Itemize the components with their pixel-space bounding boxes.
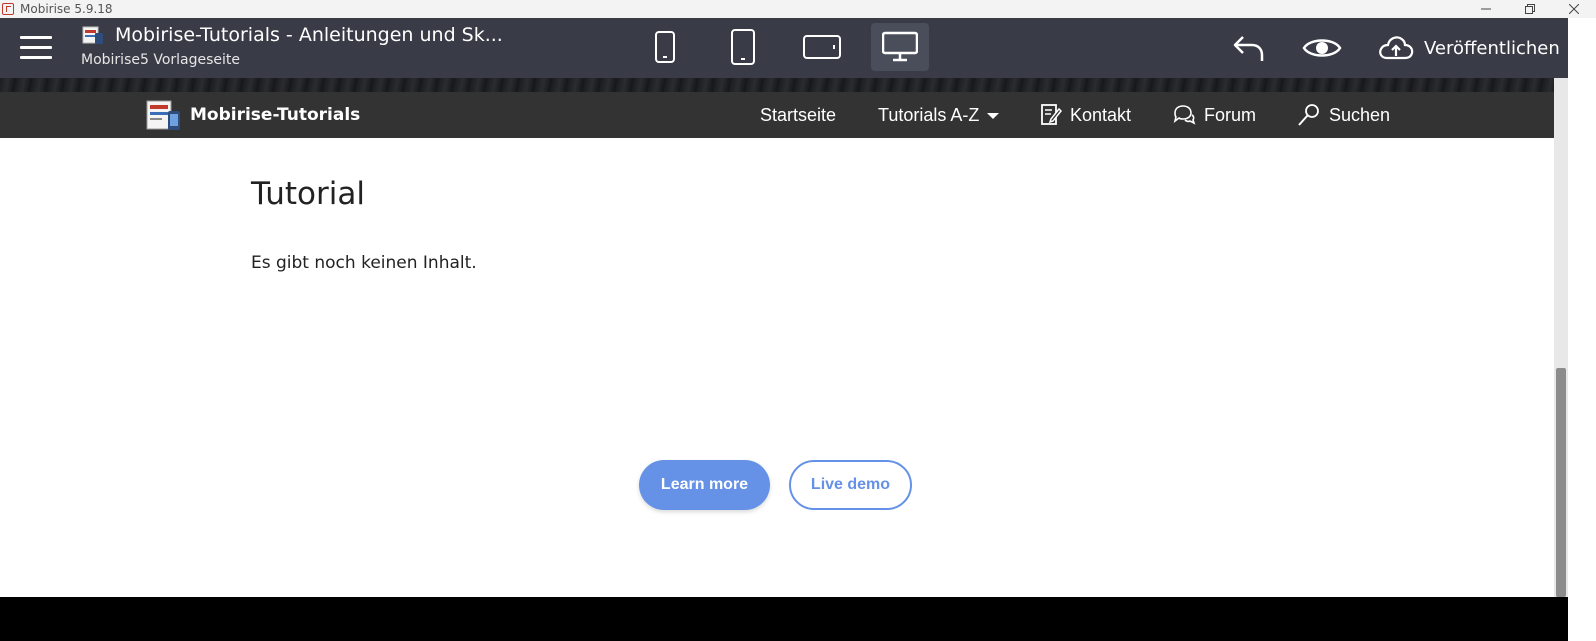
preview-button[interactable] [1302, 30, 1342, 66]
scrollbar[interactable] [1554, 78, 1568, 597]
tablet-landscape-icon [803, 35, 841, 59]
undo-icon [1233, 36, 1264, 61]
app-icon [2, 3, 14, 15]
minimize-icon [1481, 8, 1491, 10]
nav-item-suchen[interactable]: Suchen [1297, 92, 1390, 138]
nav-item-tutorials[interactable]: Tutorials A-Z [878, 92, 1000, 138]
live-demo-button[interactable]: Live demo [789, 460, 912, 510]
tablet-portrait-icon [731, 29, 755, 65]
phone-icon [655, 31, 675, 63]
nav-item-forum[interactable]: Forum [1172, 92, 1256, 138]
window-controls [1464, 0, 1596, 18]
undo-button[interactable] [1232, 30, 1266, 66]
nav-item-kontakt[interactable]: Kontakt [1040, 92, 1131, 138]
nav-item-startseite[interactable]: Startseite [760, 92, 836, 138]
eye-icon [1302, 39, 1342, 57]
restore-button[interactable] [1508, 0, 1552, 18]
nav-label-kontakt: Kontakt [1070, 104, 1132, 125]
nav-label-startseite: Startseite [760, 104, 837, 125]
nav-label-tutorials: Tutorials A-Z [878, 104, 980, 125]
editor-toolbar: Mobirise-Tutorials - Anleitungen und Sk.… [0, 18, 1568, 78]
decorative-stripe [0, 78, 1568, 92]
site-navbar: Mobirise-Tutorials Startseite Tutorials … [0, 92, 1568, 138]
minimize-button[interactable] [1464, 0, 1508, 18]
project-thumbnail-icon [82, 26, 103, 44]
device-desktop-button[interactable] [871, 23, 929, 71]
publish-label: Veröffentlichen [1424, 37, 1560, 59]
close-button[interactable] [1552, 0, 1596, 18]
restore-icon [1525, 4, 1535, 14]
brand-name: Mobirise-Tutorials [190, 105, 361, 125]
footer-block [0, 597, 1568, 641]
chat-bubbles-icon [1173, 105, 1196, 125]
device-tablet-landscape-button[interactable] [793, 23, 851, 71]
nav-label-suchen: Suchen [1329, 104, 1391, 125]
edit-document-icon [1041, 104, 1062, 125]
chevron-down-icon [987, 113, 1000, 119]
window-title: Mobirise 5.9.18 [20, 2, 113, 16]
cloud-upload-icon [1379, 36, 1414, 60]
publish-button[interactable]: Veröffentlichen [1378, 30, 1560, 66]
learn-more-button[interactable]: Learn more [639, 460, 770, 510]
right-gutter [1568, 18, 1596, 641]
page-text[interactable]: Es gibt noch keinen Inhalt. [251, 253, 477, 273]
close-icon [1569, 4, 1579, 14]
search-icon [1298, 104, 1319, 126]
window-titlebar: Mobirise 5.9.18 [0, 0, 1596, 18]
nav-label-forum: Forum [1204, 104, 1257, 125]
content-section: Tutorial Es gibt noch keinen Inhalt. Lea… [0, 138, 1554, 597]
site-brand[interactable]: Mobirise-Tutorials [146, 92, 360, 138]
project-subtitle: Mobirise5 Vorlageseite [81, 52, 241, 68]
device-phone-portrait-button[interactable] [636, 23, 694, 71]
desktop-icon [882, 31, 918, 62]
menu-icon[interactable] [20, 36, 52, 60]
project-title[interactable]: Mobirise-Tutorials - Anleitungen und Sk.… [115, 24, 503, 46]
page-title[interactable]: Tutorial [251, 176, 365, 212]
scrollbar-thumb[interactable] [1556, 368, 1566, 597]
brand-logo-icon [146, 100, 180, 130]
device-tablet-portrait-button[interactable] [714, 23, 772, 71]
